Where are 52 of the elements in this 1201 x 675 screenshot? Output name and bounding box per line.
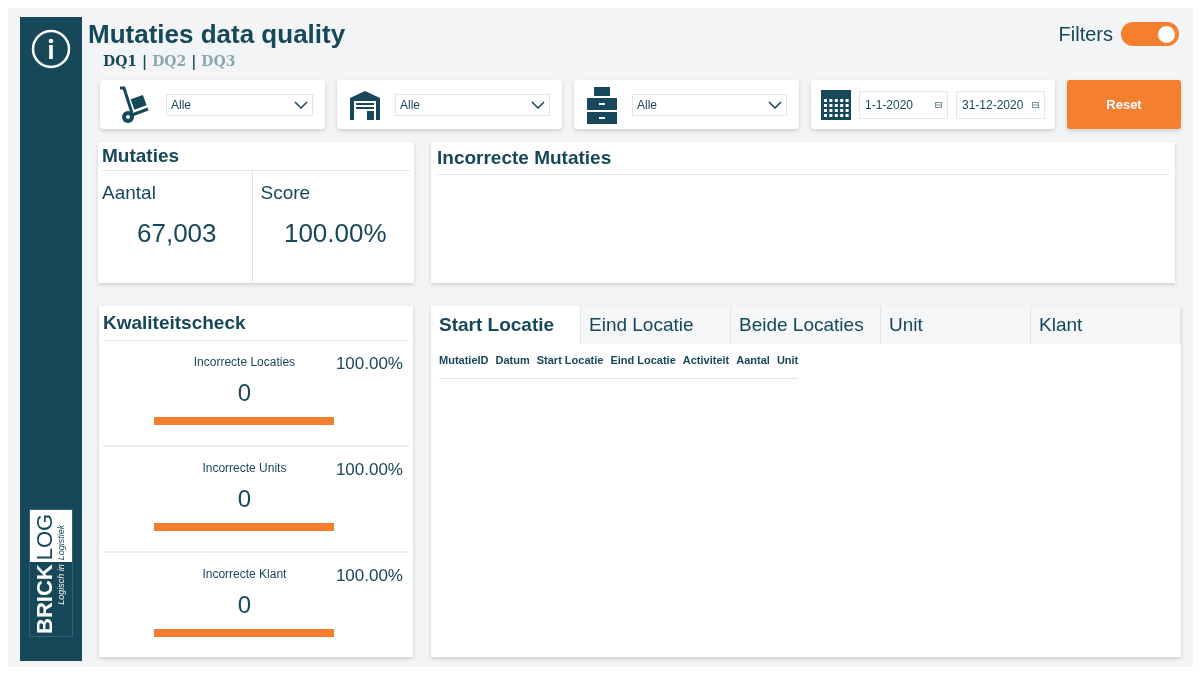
date-picker-icon (1032, 101, 1039, 108)
card-title: Incorrecte Mutaties (437, 142, 1169, 175)
check-label: Incorrecte Klant (202, 566, 287, 583)
check-count: 0 (237, 378, 252, 408)
metric-value: 67,003 (136, 216, 218, 250)
tab[interactable]: Start Locatie (431, 306, 581, 344)
chevron-down-icon (768, 100, 782, 109)
separator: | (142, 52, 148, 72)
info-icon[interactable] (31, 29, 71, 69)
chevron-down-icon (294, 100, 308, 109)
column-header: Datum (495, 353, 530, 368)
tab[interactable]: Eind Locatie (581, 306, 731, 344)
column-header: Eind Locatie (610, 353, 676, 368)
metric-value: 100.00% (282, 216, 388, 250)
metric-label: Aantal (102, 181, 157, 205)
check-label: Incorrecte Units (202, 460, 287, 477)
column-header: MutatieID (439, 353, 489, 368)
separator: | (191, 52, 197, 72)
calendar-icon (821, 89, 851, 120)
column-header: Start Locatie (536, 353, 604, 368)
check-score: 100.00% (335, 459, 404, 481)
metric-label: Score (260, 181, 312, 205)
stacked-boxes-icon (586, 85, 618, 124)
logo-brand-text: BRICK (34, 564, 57, 634)
logo-tagline: Logistiek (56, 524, 68, 561)
page-title: Mutaties data quality (88, 18, 346, 51)
card-title: Mutaties (102, 142, 410, 171)
chevron-down-icon (531, 100, 545, 109)
filters-label: Filters (1058, 22, 1113, 47)
date-picker-icon (935, 101, 942, 108)
logo-brand-text: LOG (34, 513, 57, 561)
check-count: 0 (237, 590, 252, 620)
check-count: 0 (237, 484, 252, 514)
dropdown-field[interactable]: Alle (632, 93, 787, 116)
tab[interactable]: Klant (1031, 306, 1181, 344)
logo-tagline: Logisch in (56, 564, 68, 605)
tab[interactable]: Unit (881, 306, 1031, 344)
check-score: 100.00% (335, 353, 404, 375)
column-header: Activiteit (682, 353, 730, 368)
filters-toggle[interactable] (1121, 22, 1179, 46)
column-header: Aantal (736, 353, 770, 368)
card-title: Kwaliteitscheck (103, 306, 409, 341)
tab[interactable]: Beide Locaties (731, 306, 881, 344)
page-link[interactable]: DQ1 (103, 51, 138, 72)
date-field[interactable]: 1-1-2020 (859, 90, 948, 119)
dropdown-field[interactable]: Alle (166, 93, 313, 116)
warehouse-icon (349, 89, 381, 120)
check-label: Incorrecte Locaties (193, 354, 296, 371)
column-header: Unit (776, 353, 799, 368)
date-field[interactable]: 31-12-2020 (956, 90, 1045, 119)
dropdown-field[interactable]: Alle (395, 93, 550, 116)
check-score: 100.00% (335, 565, 404, 587)
